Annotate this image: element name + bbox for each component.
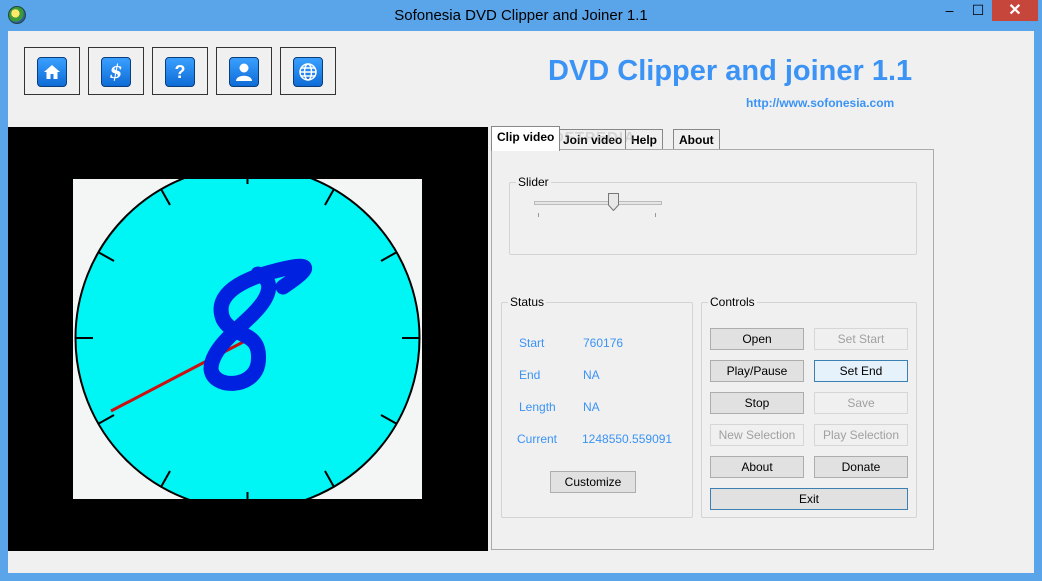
end-value: NA bbox=[583, 368, 600, 382]
website-link[interactable]: http://www.sofonesia.com bbox=[746, 96, 894, 110]
globe-icon bbox=[293, 57, 323, 87]
website-toolbar-button[interactable] bbox=[280, 47, 336, 95]
slider-tick bbox=[655, 213, 656, 217]
help-toolbar-button[interactable]: ? bbox=[152, 47, 208, 95]
video-frame bbox=[73, 165, 422, 511]
controls-legend: Controls bbox=[708, 295, 757, 309]
slider-track[interactable] bbox=[534, 201, 662, 205]
play-selection-button[interactable]: Play Selection bbox=[814, 424, 908, 446]
maximize-button[interactable]: ☐ bbox=[964, 0, 992, 21]
donate-button[interactable]: Donate bbox=[814, 456, 908, 478]
slider-tick bbox=[538, 213, 539, 217]
user-icon bbox=[229, 57, 259, 87]
stop-button[interactable]: Stop bbox=[710, 392, 804, 414]
user-toolbar-button[interactable] bbox=[216, 47, 272, 95]
set-end-button[interactable]: Set End bbox=[814, 360, 908, 382]
length-value: NA bbox=[583, 400, 600, 414]
clip-video-panel: Slider Status Start 760176 End NA Length… bbox=[491, 149, 934, 550]
open-button[interactable]: Open bbox=[710, 328, 804, 350]
about-button[interactable]: About bbox=[710, 456, 804, 478]
slider-group: Slider bbox=[509, 175, 917, 255]
title-bar: Sofonesia DVD Clipper and Joiner 1.1 – ☐… bbox=[0, 0, 1042, 31]
controls-group: Controls Open Set Start Play/Pause Set E… bbox=[701, 295, 917, 518]
save-button[interactable]: Save bbox=[814, 392, 908, 414]
slider-legend: Slider bbox=[516, 175, 551, 189]
start-value: 760176 bbox=[583, 336, 624, 350]
set-start-button[interactable]: Set Start bbox=[814, 328, 908, 350]
slider-thumb[interactable] bbox=[607, 193, 619, 211]
main-window: $ ? DVD Clipper and joiner 1.1 http://ww… bbox=[8, 31, 1034, 573]
home-icon bbox=[37, 57, 67, 87]
video-preview bbox=[8, 127, 488, 551]
exit-button[interactable]: Exit bbox=[710, 488, 908, 510]
new-selection-button[interactable]: New Selection bbox=[710, 424, 804, 446]
clock-face-image bbox=[74, 165, 421, 511]
tab-clip-video[interactable]: Clip video bbox=[491, 126, 561, 151]
start-label: Start bbox=[519, 336, 545, 350]
status-group: Status Start 760176 End NA Length NA Cur… bbox=[501, 295, 693, 518]
app-heading: DVD Clipper and joiner 1.1 bbox=[548, 55, 913, 87]
minimize-button[interactable]: – bbox=[935, 0, 964, 21]
home-button[interactable] bbox=[24, 47, 80, 95]
play-pause-button[interactable]: Play/Pause bbox=[710, 360, 804, 382]
dollar-icon: $ bbox=[101, 57, 131, 87]
donate-toolbar-button[interactable]: $ bbox=[88, 47, 144, 95]
end-label: End bbox=[519, 368, 541, 382]
current-value: 1248550.559091 bbox=[582, 432, 673, 446]
length-label: Length bbox=[519, 400, 556, 414]
close-button[interactable]: ✕ bbox=[992, 0, 1038, 21]
customize-button[interactable]: Customize bbox=[550, 471, 636, 493]
help-icon: ? bbox=[165, 57, 195, 87]
status-legend: Status bbox=[508, 295, 547, 309]
window-title: Sofonesia DVD Clipper and Joiner 1.1 bbox=[394, 7, 648, 24]
current-label: Current bbox=[517, 432, 558, 446]
tab-about[interactable]: About bbox=[673, 129, 720, 150]
